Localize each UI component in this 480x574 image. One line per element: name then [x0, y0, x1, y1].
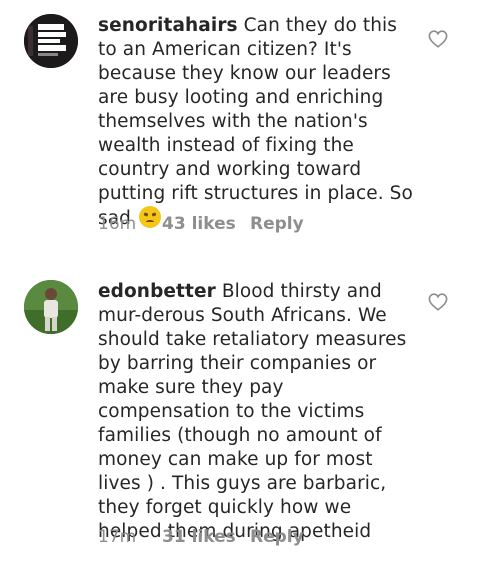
comment-text: Blood thirsty and mur-derous South Afric… — [98, 281, 407, 542]
comment-likes[interactable]: 31 likes — [162, 527, 250, 547]
avatar[interactable] — [24, 14, 78, 68]
comment-time: 17m — [98, 527, 137, 547]
comment-time: 16m — [98, 214, 137, 234]
comment-username[interactable]: edonbetter — [98, 281, 216, 302]
like-heart-icon[interactable] — [428, 293, 448, 311]
comment-likes[interactable]: 43 likes — [162, 214, 250, 234]
avatar[interactable] — [24, 280, 78, 334]
comment-body: senoritahairs Can they do this to an Ame… — [98, 14, 416, 231]
comment-meta: 16m 43 likes Reply — [98, 214, 304, 234]
comment-text: Can they do this to an American citizen?… — [98, 15, 413, 229]
reply-button[interactable]: Reply — [250, 214, 304, 234]
avatar-image — [24, 280, 78, 334]
comment-meta: 17m 31 likes Reply — [98, 527, 304, 547]
comment-body: edonbetter Blood thirsty and mur-derous … — [98, 280, 416, 544]
comment-username[interactable]: senoritahairs — [98, 15, 238, 36]
like-heart-icon[interactable] — [428, 30, 448, 48]
avatar-image — [24, 14, 78, 68]
reply-button[interactable]: Reply — [250, 527, 304, 547]
